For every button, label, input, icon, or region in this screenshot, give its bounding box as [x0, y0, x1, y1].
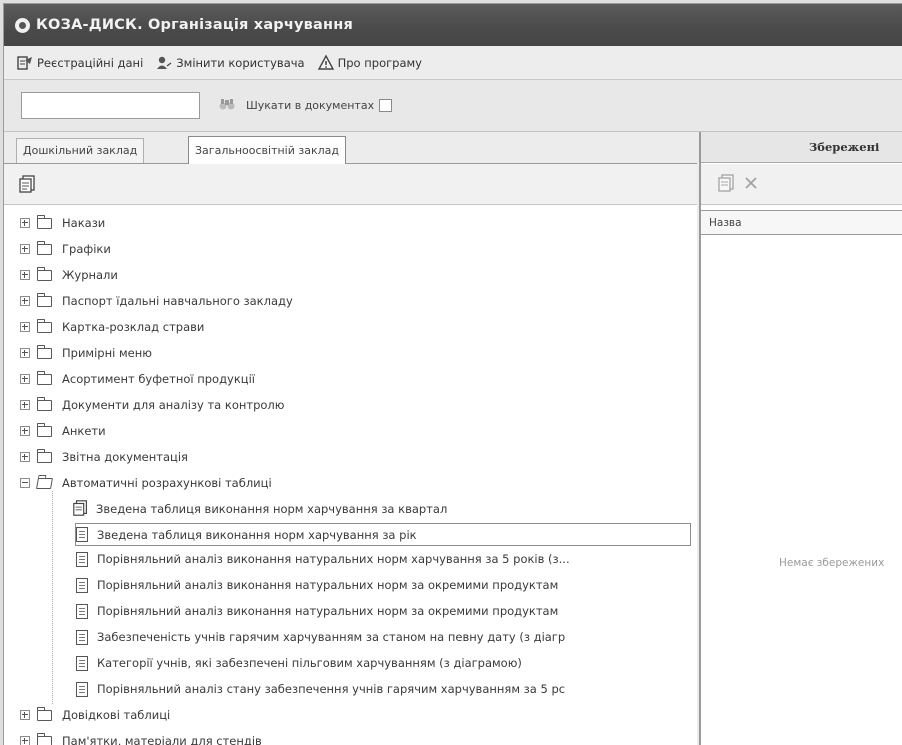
tree-folder-schedules[interactable]: Графіки [20, 239, 111, 259]
menu-label-registration: Реєстраційні дані [37, 56, 143, 70]
saved-panel: Збережені Назва Немає збережених [699, 132, 902, 745]
folder-icon [37, 322, 52, 333]
tree-item-products-analysis-1[interactable]: Порівняльний аналіз виконання натуральни… [76, 575, 558, 595]
tree-item-5-year-provision[interactable]: Порівняльний аналіз стану забезпечення у… [76, 679, 565, 699]
menu-item-registration[interactable]: Реєстраційні дані [16, 54, 143, 72]
expand-icon[interactable] [20, 348, 30, 358]
tab-general-school[interactable]: Загальноосвітній заклад [188, 136, 346, 164]
search-in-documents-checkbox[interactable] [379, 99, 392, 112]
expand-icon[interactable] [20, 244, 30, 254]
tree-folder-journals[interactable]: Журнали [20, 265, 118, 285]
menu-label-change-user: Змінити користувача [176, 56, 304, 70]
tree-folder-dish-card[interactable]: Картка-розклад страви [20, 317, 204, 337]
menu-item-about[interactable]: Про програму [317, 54, 422, 72]
saved-panel-toolbar [701, 164, 902, 205]
folder-icon [37, 348, 52, 359]
delete-icon[interactable] [743, 175, 759, 194]
open-document-icon [72, 499, 90, 520]
expand-icon[interactable] [20, 270, 30, 280]
tree-folder-orders[interactable]: Накази [20, 213, 105, 233]
tab-bar: Дошкільний заклад Загальноосвітній закла… [4, 132, 697, 164]
main-window: КОЗА-ДИСК. Організація харчування Реєстр… [3, 3, 902, 745]
tree-item-hot-meals-provision[interactable]: Забезпеченість учнів гарячим харчуванням… [76, 627, 565, 647]
folder-icon [37, 270, 52, 281]
registration-icon [16, 54, 34, 72]
column-header-name[interactable]: Назва [701, 210, 902, 235]
left-pane: Дошкільний заклад Загальноосвітній закла… [4, 132, 697, 745]
binoculars-icon[interactable] [218, 97, 236, 114]
document-icon [76, 552, 88, 567]
tree-guide-line [52, 491, 53, 704]
open-document-icon[interactable] [18, 174, 38, 197]
expand-icon[interactable] [20, 452, 30, 462]
change-user-icon [155, 54, 173, 72]
expand-icon[interactable] [20, 374, 30, 384]
search-in-documents-label: Шукати в документах [246, 99, 374, 112]
tree-folder-buffet[interactable]: Асортимент буфетної продукції [20, 369, 255, 389]
expand-icon[interactable] [20, 710, 30, 720]
folder-icon [37, 452, 52, 463]
document-icon [76, 527, 88, 542]
tree-folder-auto-tables[interactable]: Автоматичні розрахункові таблиці [20, 473, 272, 493]
open-folder-icon [36, 478, 53, 489]
expand-icon[interactable] [20, 426, 30, 436]
menu-label-about: Про програму [338, 56, 422, 70]
search-bar: Шукати в документах [4, 80, 902, 132]
tree-folder-memos[interactable]: Пам'ятки, матеріали для стендів [20, 731, 262, 745]
tree-item-products-analysis-2[interactable]: Порівняльний аналіз виконання натуральни… [76, 601, 558, 621]
document-icon [76, 578, 88, 593]
collapse-icon[interactable] [20, 478, 30, 488]
title-bar: КОЗА-ДИСК. Організація харчування [4, 4, 902, 46]
document-icon [76, 656, 88, 671]
tree-folder-analysis-docs[interactable]: Документи для аналізу та контролю [20, 395, 284, 415]
document-icon [76, 682, 88, 697]
tree-item-5-year-analysis[interactable]: Порівняльний аналіз виконання натуральни… [76, 549, 570, 569]
left-toolbar [4, 164, 697, 205]
search-input[interactable] [21, 92, 200, 119]
tab-preschool[interactable]: Дошкільний заклад [16, 138, 144, 163]
app-icon [15, 18, 30, 33]
menu-bar: Реєстраційні дані Змінити користувача Пр… [4, 46, 902, 80]
folder-icon [37, 710, 52, 721]
document-icon [76, 604, 88, 619]
menu-item-change-user[interactable]: Змінити користувача [155, 54, 304, 72]
folder-icon [37, 244, 52, 255]
tree-item-year-summary[interactable]: Зведена таблиця виконання норм харчуванн… [75, 523, 691, 546]
about-icon [317, 54, 335, 72]
saved-panel-header: Збережені [701, 132, 902, 163]
tree-folder-sample-menus[interactable]: Примірні меню [20, 343, 152, 363]
expand-icon[interactable] [20, 218, 30, 228]
tree-folder-surveys[interactable]: Анкети [20, 421, 106, 441]
expand-icon[interactable] [20, 400, 30, 410]
expand-icon[interactable] [20, 322, 30, 332]
folder-icon [37, 426, 52, 437]
tree-folder-canteen-passport[interactable]: Паспорт їдальні навчального закладу [20, 291, 293, 311]
tree-item-quarter-summary[interactable]: Зведена таблиця виконання норм харчуванн… [72, 499, 447, 519]
empty-list-message: Немає збережених [779, 557, 884, 569]
open-saved-icon[interactable] [717, 173, 737, 196]
expand-icon[interactable] [20, 296, 30, 306]
folder-icon [37, 374, 52, 385]
document-icon [76, 630, 88, 645]
tree-folder-reference-tables[interactable]: Довідкові таблиці [20, 705, 170, 725]
tree-folder-reporting[interactable]: Звітна документація [20, 447, 188, 467]
tree-item-benefit-categories[interactable]: Категорії учнів, які забезпечені пільгов… [76, 653, 522, 673]
folder-icon [37, 400, 52, 411]
window-title: КОЗА-ДИСК. Організація харчування [36, 17, 353, 33]
folder-icon [37, 296, 52, 307]
folder-icon [37, 218, 52, 229]
